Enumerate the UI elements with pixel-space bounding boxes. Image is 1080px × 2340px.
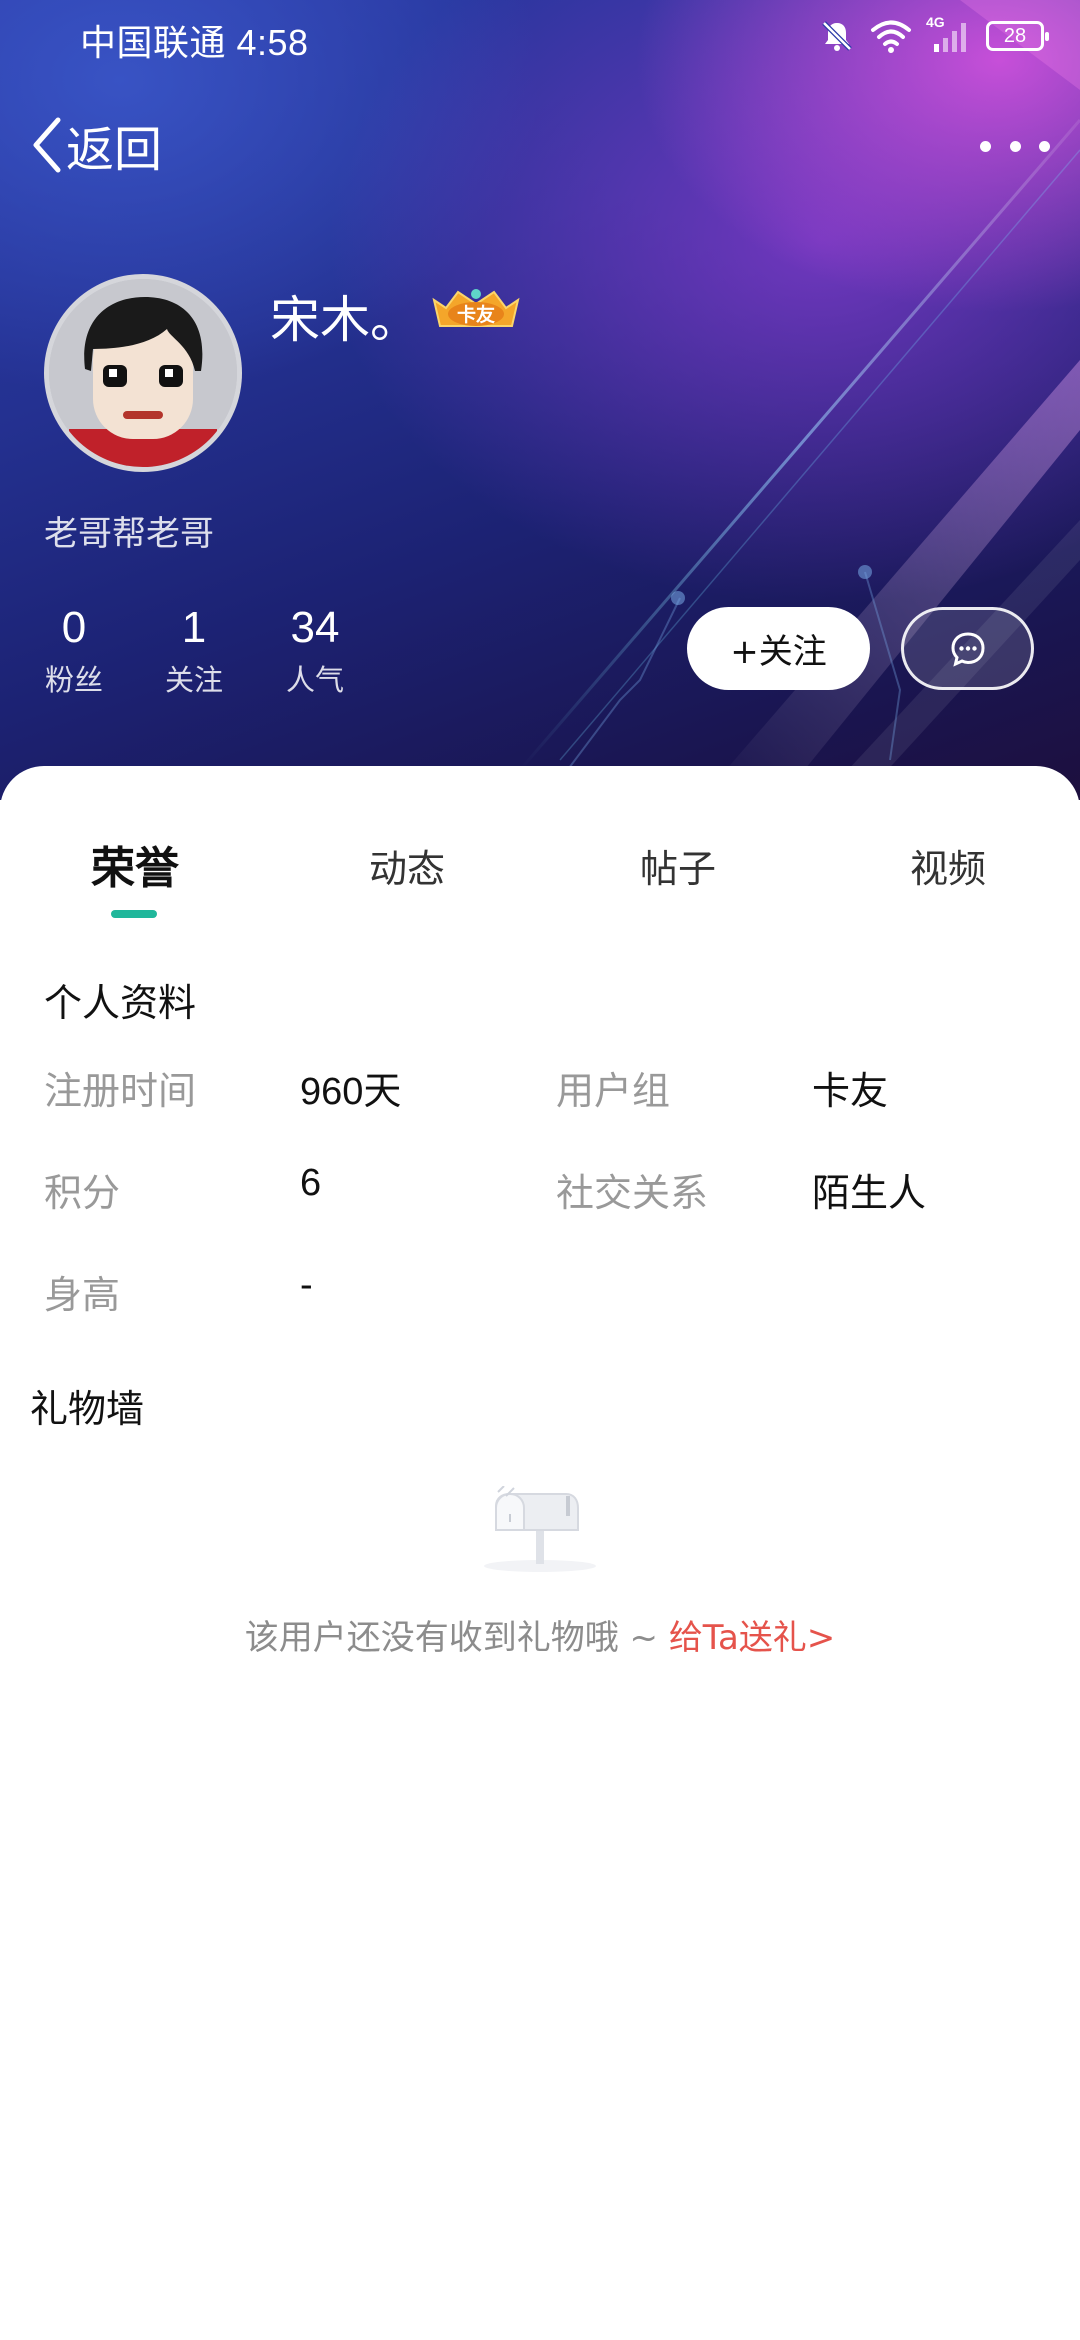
- wifi-icon: [871, 20, 911, 53]
- active-tab-indicator: [111, 910, 157, 918]
- gift-empty-message: 该用户还没有收到礼物哦 ~ 给Ta送礼>: [0, 1610, 1080, 1659]
- badge-label: 卡友: [457, 303, 495, 326]
- avatar-image: [49, 279, 237, 467]
- field-value-relationship: 陌生人: [812, 1173, 927, 1215]
- message-button[interactable]: [901, 607, 1034, 690]
- bell-muted-icon: [822, 21, 852, 51]
- avatar[interactable]: [44, 274, 242, 472]
- field-label-relationship: 社交关系: [556, 1171, 709, 1215]
- field-value-points: 6: [300, 1162, 322, 1204]
- stat-value: 1: [181, 603, 207, 652]
- field-label-user-group: 用户组: [556, 1069, 671, 1113]
- empty-mailbox-icon: [484, 1486, 596, 1572]
- status-bar: 中国联通 4:58 4G 28: [0, 0, 1080, 72]
- dot-icon: [980, 140, 991, 152]
- field-value-height: -: [300, 1264, 313, 1306]
- stat-label: 粉丝: [44, 663, 103, 697]
- username: 宋木。: [270, 291, 420, 349]
- signal-icon: 4G: [926, 14, 972, 54]
- field-label-points: 积分: [44, 1171, 121, 1215]
- profile-header: 中国联通 4:58 4G 28 返回 宋木。 卡友 老哥帮老哥 0 粉丝 1 关…: [0, 0, 1080, 800]
- dot-icon: [1039, 140, 1050, 152]
- field-value-user-group: 卡友: [812, 1071, 889, 1113]
- stat-following[interactable]: 1 关注: [134, 602, 254, 700]
- stat-popularity: 34 人气: [255, 602, 375, 700]
- tab-honor[interactable]: 荣誉: [88, 832, 182, 896]
- back-button[interactable]: 返回: [30, 112, 162, 178]
- user-group-badge: 卡友: [432, 289, 520, 327]
- field-label-height: 身高: [44, 1273, 121, 1317]
- tab-posts[interactable]: 帖子: [636, 838, 720, 893]
- personal-info-title: 个人资料: [44, 981, 197, 1025]
- user-signature: 老哥帮老哥: [44, 514, 214, 554]
- tab-bar: 荣誉 动态 帖子 视频: [0, 766, 1080, 926]
- field-value-register-time: 960天: [300, 1071, 402, 1113]
- stat-fans[interactable]: 0 粉丝: [14, 602, 134, 700]
- follow-button[interactable]: +关注: [687, 607, 870, 690]
- chat-bubble-icon: [950, 631, 985, 667]
- tab-activity[interactable]: 动态: [365, 838, 449, 893]
- gift-empty-text: 该用户还没有收到礼物哦 ~: [244, 1618, 669, 1658]
- field-label-register-time: 注册时间: [44, 1069, 197, 1113]
- stat-label: 人气: [285, 663, 344, 697]
- dot-icon: [1009, 140, 1021, 152]
- stat-value: 0: [61, 603, 87, 652]
- back-label: 返回: [66, 122, 163, 178]
- status-icons: 4G 28: [818, 14, 1049, 56]
- tab-videos[interactable]: 视频: [906, 838, 990, 893]
- chevron-left-icon: [33, 117, 61, 173]
- stat-value: 34: [290, 603, 340, 652]
- stat-label: 关注: [164, 663, 223, 697]
- more-options-button[interactable]: [980, 126, 1050, 166]
- battery-indicator: 28: [986, 21, 1049, 51]
- gift-wall-title: 礼物墙: [30, 1387, 145, 1431]
- carrier-time: 中国联通 4:58: [80, 22, 309, 63]
- send-gift-link[interactable]: 给Ta送礼>: [669, 1618, 835, 1658]
